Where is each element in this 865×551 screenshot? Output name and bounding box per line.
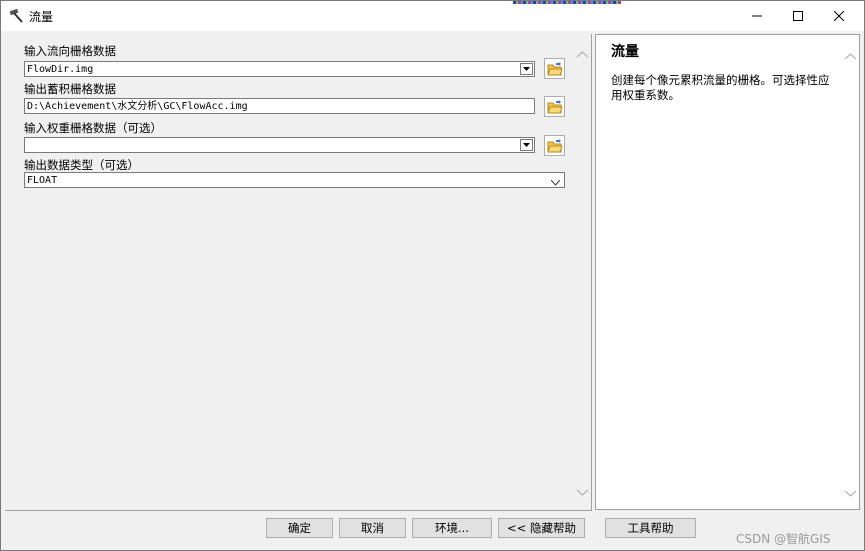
input-flow-dir-label: 输入流向栅格数据 [24,44,116,58]
minimize-button[interactable] [734,1,780,31]
input-flow-dir-value: FlowDir.img [27,64,94,75]
output-accum-value: D:\Achievement\水文分析\GC\FlowAcc.img [27,101,248,112]
hammer-icon [9,8,25,24]
input-weight-combobox[interactable] [24,137,535,153]
hide-help-button[interactable]: << 隐藏帮助 [498,518,585,538]
environments-button[interactable]: 环境... [412,518,492,538]
scroll-up-icon[interactable] [844,49,857,63]
help-title: 流量 [611,44,639,60]
scroll-down-icon[interactable] [844,486,857,500]
cancel-button[interactable]: 取消 [339,518,406,538]
dropdown-arrow-icon[interactable] [520,139,533,151]
maximize-button[interactable] [775,1,821,31]
parameters-pane: 输入流向栅格数据 FlowDir.img 输出蓄积栅格数据 D:\Achieve… [5,34,592,511]
output-type-value: FLOAT [27,175,58,186]
close-icon [834,11,844,21]
browse-weight-button[interactable] [544,135,565,156]
maximize-icon [793,11,803,21]
output-accum-label: 输出蓄积栅格数据 [24,82,116,96]
open-folder-icon [546,61,563,75]
close-button[interactable] [816,1,862,31]
window-title: 流量 [29,10,54,24]
output-accum-field[interactable]: D:\Achievement\水文分析\GC\FlowAcc.img [24,98,535,114]
help-pane: 流量 创建每个像元累积流量的栅格。可选择性应用权重系数。 [595,34,860,510]
title-bar[interactable]: 流量 [1,1,864,31]
ok-button[interactable]: 确定 [266,518,333,538]
input-weight-label: 输入权重栅格数据（可选） [24,121,162,135]
tool-dialog-window: 流量 输入流向栅格数据 FlowDir.img 输出蓄积栅格数据 D:\Achi… [0,0,865,551]
tool-help-button[interactable]: 工具帮助 [605,518,696,538]
help-description: 创建每个像元累积流量的栅格。可选择性应用权重系数。 [611,73,830,102]
open-folder-icon [546,138,563,152]
watermark: CSDN @智航GIS [736,532,831,546]
chevron-down-icon [550,176,561,187]
open-folder-icon [546,99,563,113]
input-flow-dir-combobox[interactable]: FlowDir.img [24,61,535,77]
scroll-down-icon[interactable] [576,485,589,499]
minimize-icon [752,15,762,17]
scroll-up-icon[interactable] [576,47,589,61]
browse-output-button[interactable] [544,96,565,117]
output-type-select[interactable]: FLOAT [24,172,565,188]
browse-flow-dir-button[interactable] [544,58,565,79]
background-artifact [513,1,621,4]
dropdown-arrow-icon[interactable] [520,63,533,75]
output-type-label: 输出数据类型（可选） [24,158,139,172]
